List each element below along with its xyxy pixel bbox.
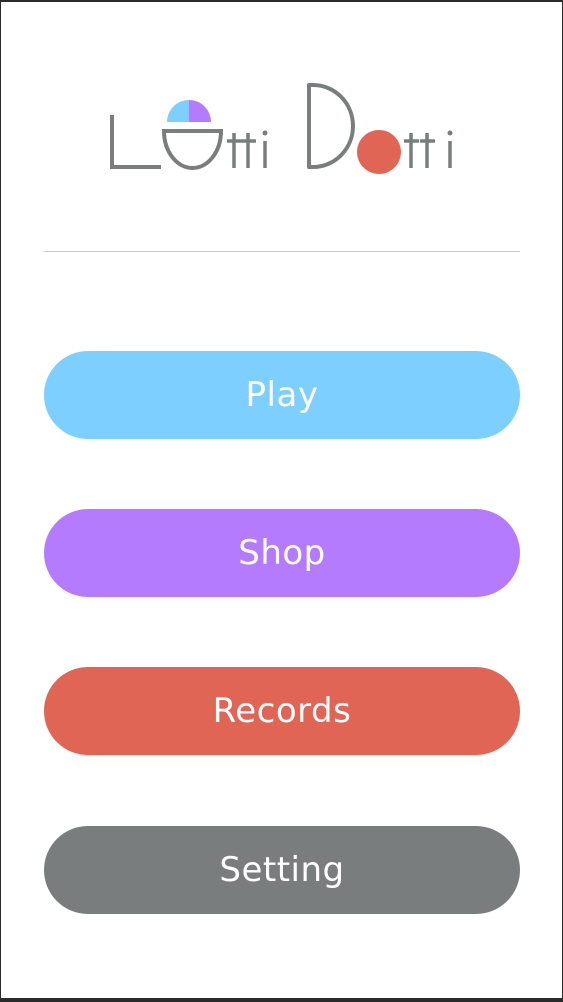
shop-button[interactable]: Shop [44,509,520,597]
play-button[interactable]: Play [44,351,520,439]
red-dot-icon [357,130,401,174]
play-button-label: Play [245,375,319,415]
main-menu-screen: Play Shop Records Setting [1,2,562,998]
header-divider [44,251,520,252]
split-dot-icon [161,100,224,170]
shop-button-label: Shop [238,533,326,573]
records-button[interactable]: Records [44,667,520,755]
records-button-label: Records [212,691,352,731]
logo-text-lotti [110,100,268,170]
game-logo [110,83,453,174]
logo-text-dotti [307,83,453,174]
setting-button-label: Setting [219,850,345,890]
setting-button[interactable]: Setting [44,826,520,914]
